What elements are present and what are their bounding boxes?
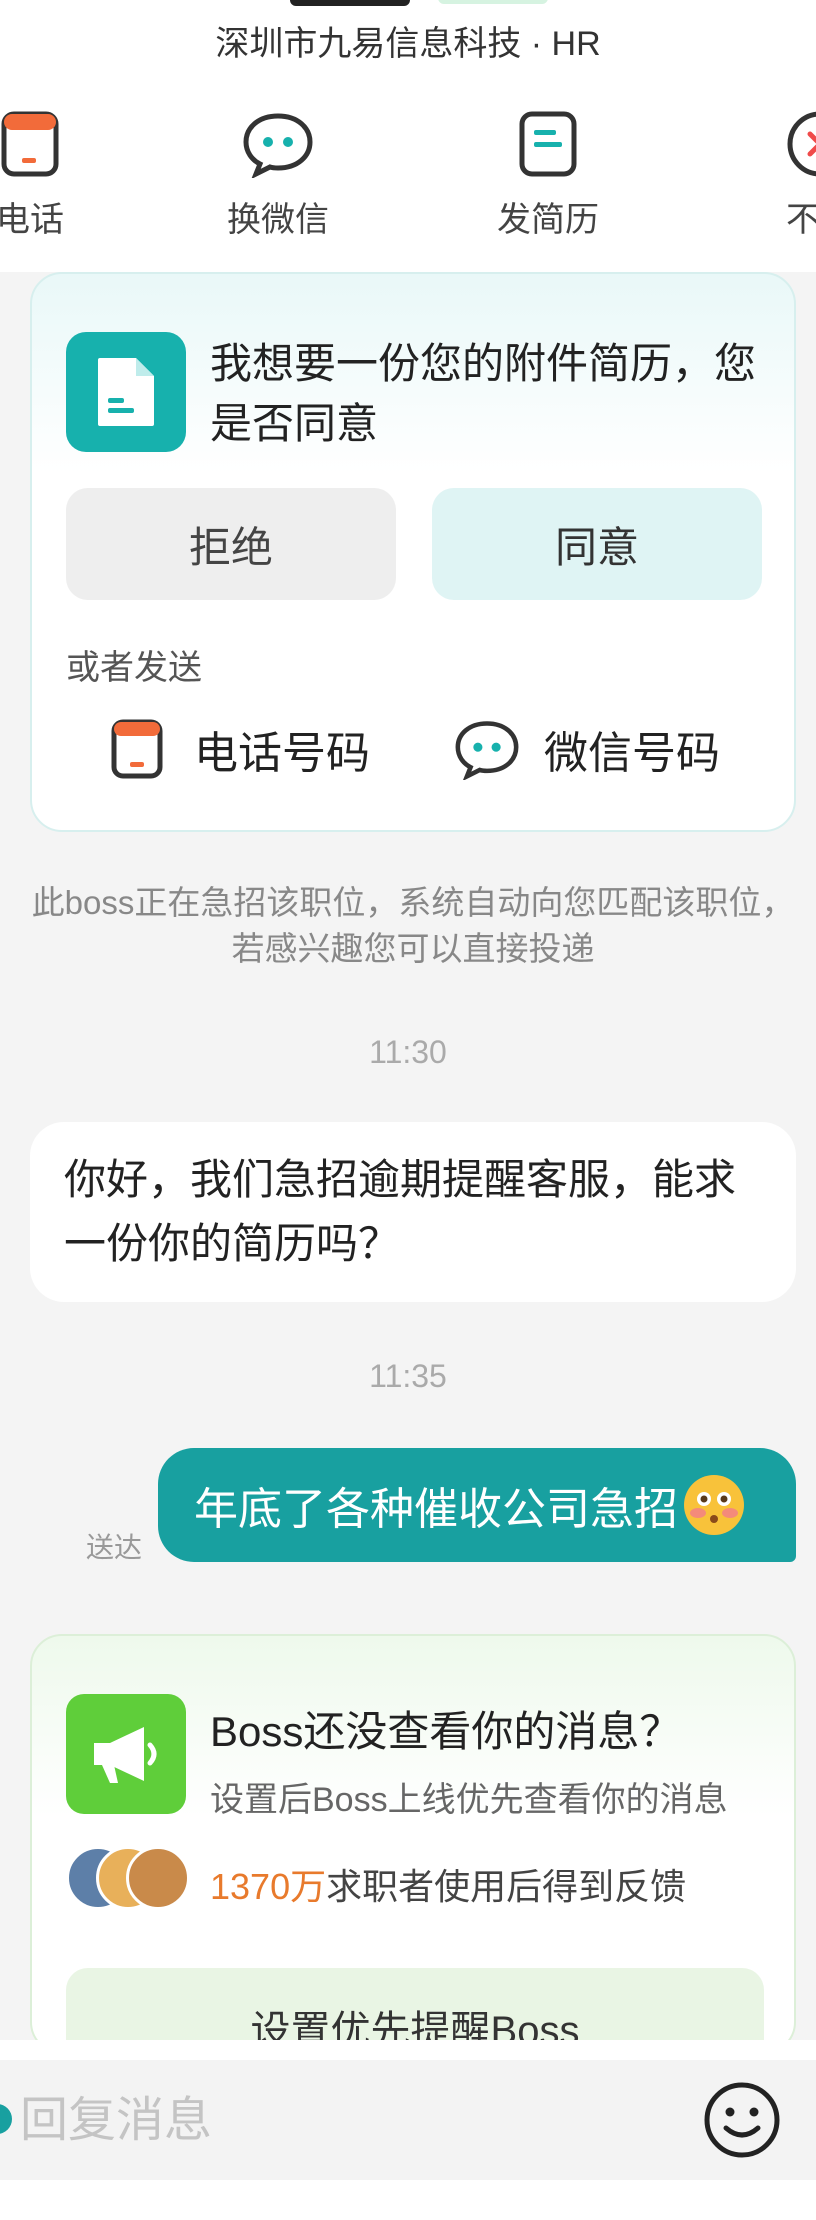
reply-input[interactable]	[20, 2080, 660, 2160]
wechat-icon	[452, 714, 522, 784]
user-count: 1370万	[210, 1866, 327, 1907]
action-not-interested-label: 不感	[786, 201, 816, 239]
send-wechat-id-label: 微信号码	[544, 729, 720, 778]
quick-actions: 电话 换微信 发简历 不	[0, 108, 816, 248]
message-input-bar	[0, 2040, 816, 2220]
action-phone[interactable]: 电话	[0, 108, 130, 241]
avatar	[126, 1846, 190, 1910]
action-wechat-label: 换微信	[227, 201, 329, 239]
feedback-text: 求职者使用后得到反馈	[326, 1866, 687, 1907]
action-not-interested[interactable]: 不感	[720, 108, 816, 241]
outgoing-message-bubble[interactable]: 年底了各种催收公司急招	[158, 1448, 796, 1562]
resume-request-title: 我想要一份您的附件简历，您是否同意	[210, 340, 757, 447]
feedback-line: 1370万求职者使用后得到反馈	[210, 1858, 686, 1910]
incoming-message-bubble[interactable]: 你好，我们急招逾期提醒客服，能求一份你的简历吗？	[30, 1122, 796, 1302]
send-phone-number-label: 电话号码	[194, 729, 370, 778]
delivery-status: 送达	[86, 1532, 143, 1563]
emoji-button[interactable]	[700, 2078, 784, 2162]
quick-reply-icon[interactable]	[0, 2104, 12, 2134]
send-phone-number-button[interactable]: 电话号码	[102, 714, 370, 784]
action-send-resume-label: 发简历	[497, 201, 599, 239]
company-title: 深圳市九易信息科技 · HR	[215, 25, 601, 63]
smiley-icon	[704, 2082, 780, 2158]
timestamp: 11:30	[369, 1034, 447, 1070]
not-interested-icon	[784, 108, 816, 180]
phone-icon	[102, 714, 172, 784]
alt-send-label: 或者发送	[66, 649, 202, 687]
action-phone-label: 电话	[0, 201, 64, 239]
contact-name	[290, 0, 410, 6]
send-wechat-id-button[interactable]: 微信号码	[452, 714, 720, 784]
user-avatars	[66, 1846, 196, 1910]
input-container	[0, 2060, 816, 2180]
system-note: 此boss正在急招该职位，系统自动向您匹配该职位，若感兴趣您可以直接投递	[31, 884, 795, 967]
flushed-face-emoji-icon	[682, 1473, 746, 1537]
boss-reminder-subtitle: 设置后Boss上线优先查看你的消息	[210, 1781, 728, 1819]
boss-reminder-card: Boss还没查看你的消息？ 设置后Boss上线优先查看你的消息 1370万求职者…	[30, 1634, 796, 2088]
timestamp: 11:35	[369, 1358, 447, 1394]
megaphone-icon	[66, 1694, 186, 1814]
agree-button[interactable]: 同意	[432, 488, 762, 600]
document-icon	[66, 332, 186, 452]
contact-status-tag	[438, 0, 548, 4]
resume-request-card: 我想要一份您的附件简历，您是否同意 拒绝 同意 或者发送 电话号码 微信号码	[30, 272, 796, 832]
wechat-icon	[242, 108, 314, 180]
outgoing-message-text: 年底了各种催收公司急招	[194, 1485, 678, 1534]
action-send-resume[interactable]: 发简历	[448, 108, 648, 241]
resume-icon	[512, 108, 584, 180]
chat-header: 深圳市九易信息科技 · HR 电话 换微信 发简历 不	[0, 0, 816, 272]
boss-reminder-title: Boss还没查看你的消息？	[210, 1708, 682, 1755]
reject-button[interactable]: 拒绝	[66, 488, 396, 600]
action-wechat[interactable]: 换微信	[178, 108, 378, 241]
phone-icon	[0, 108, 66, 180]
